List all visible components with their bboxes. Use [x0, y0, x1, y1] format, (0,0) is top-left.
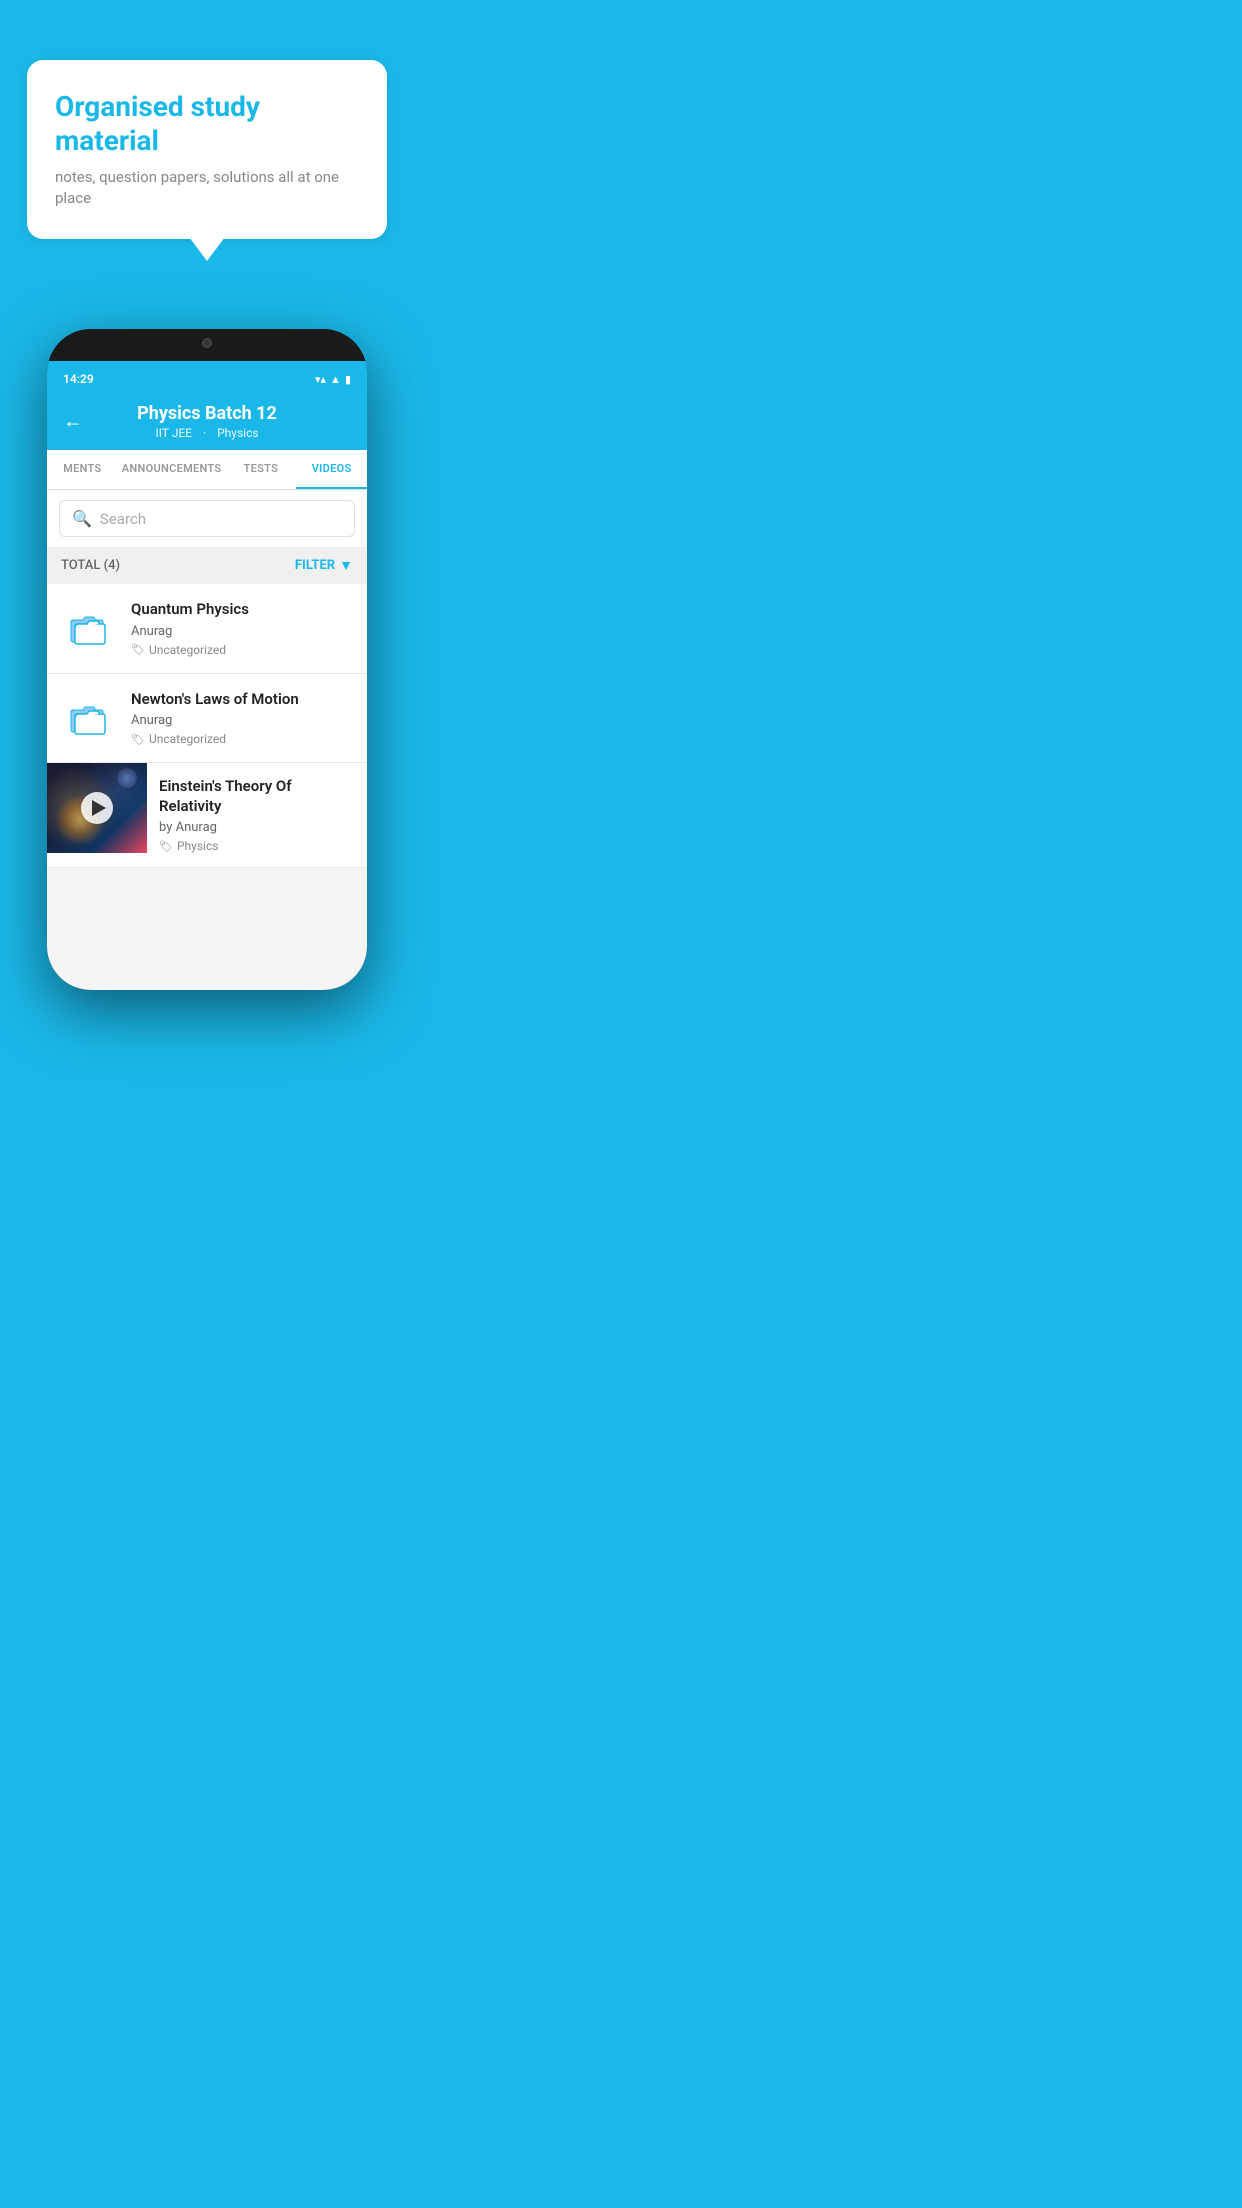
folder-thumbnail [61, 690, 117, 746]
video-info: Einstein's Theory Of Relativity by Anura… [147, 763, 367, 867]
header-subtitle-part1: IIT JEE [155, 426, 192, 440]
tab-bar: MENTS ANNOUNCEMENTS TESTS VIDEOS [47, 450, 367, 490]
tag-icon: 🏷 [131, 733, 145, 746]
app-header: ← Physics Batch 12 IIT JEE · Physics [47, 391, 367, 450]
phone: 14:29 ▾▴ ▲ ▮ ← Physics Batch 12 IIT JEE … [47, 329, 367, 990]
phone-notch [147, 329, 267, 357]
video-author: Anurag [131, 713, 353, 728]
video-tag: 🏷 Physics [159, 839, 355, 853]
video-info: Newton's Laws of Motion Anurag 🏷 Uncateg… [131, 690, 353, 747]
filter-icon: ▼ [339, 557, 353, 574]
bubble-title: Organised study material [55, 90, 359, 157]
phone-container: 14:29 ▾▴ ▲ ▮ ← Physics Batch 12 IIT JEE … [0, 269, 414, 990]
search-icon: 🔍 [72, 509, 92, 528]
search-placeholder: Search [100, 510, 146, 528]
filter-label: FILTER [295, 558, 335, 573]
status-bar: 14:29 ▾▴ ▲ ▮ [47, 361, 367, 391]
tab-ments[interactable]: MENTS [47, 450, 118, 489]
folder-thumbnail [61, 600, 117, 656]
speech-bubble: Organised study material notes, question… [27, 60, 387, 239]
bubble-subtitle: notes, question papers, solutions all at… [55, 167, 359, 209]
top-section: Organised study material notes, question… [0, 0, 414, 269]
back-button[interactable]: ← [63, 408, 83, 433]
video-author: by Anurag [159, 820, 355, 835]
signal-icon: ▲ [330, 373, 341, 386]
search-bar: 🔍 Search [47, 490, 367, 547]
play-button[interactable] [81, 792, 113, 824]
header-title: Physics Batch 12 [63, 403, 351, 424]
header-divider: · [203, 426, 206, 440]
list-item[interactable]: Newton's Laws of Motion Anurag 🏷 Uncateg… [47, 674, 367, 764]
tab-tests[interactable]: TESTS [225, 450, 296, 489]
header-subtitle: IIT JEE · Physics [63, 426, 351, 440]
video-tag: 🏷 Uncategorized [131, 732, 353, 746]
filter-row: TOTAL (4) FILTER ▼ [47, 547, 367, 584]
video-thumbnail [47, 763, 147, 853]
tag-icon: 🏷 [159, 840, 173, 853]
status-icons: ▾▴ ▲ ▮ [315, 373, 351, 386]
list-item[interactable]: Einstein's Theory Of Relativity by Anura… [47, 763, 367, 868]
play-icon [92, 800, 106, 816]
video-title: Einstein's Theory Of Relativity [159, 777, 355, 816]
total-count: TOTAL (4) [61, 558, 120, 573]
filter-button[interactable]: FILTER ▼ [295, 557, 353, 574]
header-subtitle-part2: Physics [217, 426, 258, 440]
status-time: 14:29 [63, 372, 94, 386]
phone-top-bar [47, 329, 367, 361]
video-list: Quantum Physics Anurag 🏷 Uncategorized [47, 584, 367, 868]
tag-label: Uncategorized [149, 643, 226, 657]
tag-label: Physics [177, 839, 218, 853]
phone-screen: 14:29 ▾▴ ▲ ▮ ← Physics Batch 12 IIT JEE … [47, 329, 367, 990]
video-title: Newton's Laws of Motion [131, 690, 353, 710]
search-input-wrapper[interactable]: 🔍 Search [59, 500, 355, 537]
camera [202, 338, 212, 348]
video-tag: 🏷 Uncategorized [131, 643, 353, 657]
battery-icon: ▮ [345, 373, 351, 386]
video-author: Anurag [131, 624, 353, 639]
tag-icon: 🏷 [131, 643, 145, 656]
wifi-icon: ▾▴ [315, 373, 326, 386]
tag-label: Uncategorized [149, 732, 226, 746]
tab-videos[interactable]: VIDEOS [296, 450, 367, 489]
video-info: Quantum Physics Anurag 🏷 Uncategorized [131, 600, 353, 657]
list-item[interactable]: Quantum Physics Anurag 🏷 Uncategorized [47, 584, 367, 674]
video-title: Quantum Physics [131, 600, 353, 620]
tab-announcements[interactable]: ANNOUNCEMENTS [118, 450, 226, 489]
phone-content: 🔍 Search TOTAL (4) FILTER ▼ [47, 490, 367, 990]
